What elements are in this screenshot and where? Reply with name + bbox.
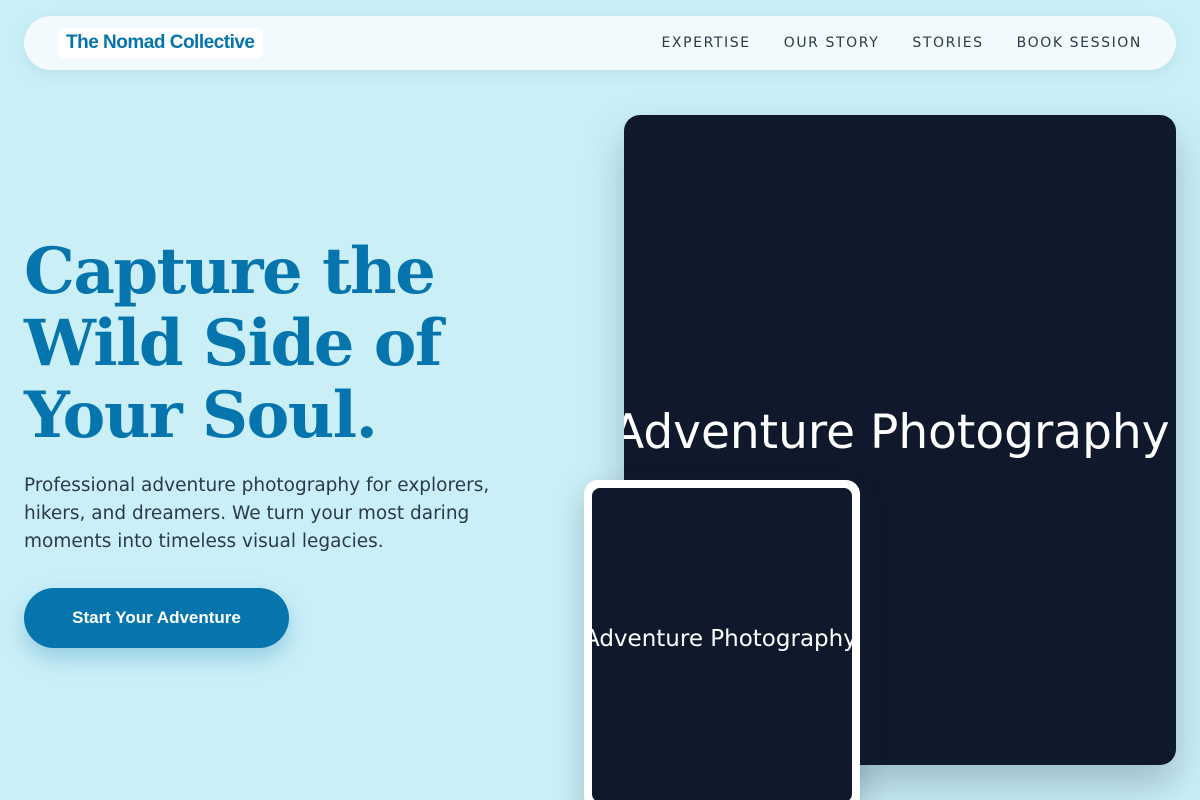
hero-title-line-2: Wild Side of: [24, 306, 442, 381]
main-nav: EXPERTISE OUR STORY STORIES BOOK SESSION: [661, 35, 1142, 51]
nav-link-our-story[interactable]: OUR STORY: [784, 35, 880, 51]
brand-logo[interactable]: The Nomad Collective: [58, 28, 263, 58]
hero-description: Professional adventure photography for e…: [24, 475, 490, 552]
top-navbar: The Nomad Collective EXPERTISE OUR STORY…: [24, 16, 1176, 70]
hero-title-line-1: Capture the: [24, 234, 436, 309]
hero-title-line-3: Your Soul.: [24, 378, 378, 453]
hero-image-small-frame: Adventure Photography: [584, 480, 860, 800]
hero-title: Capture the Wild Side of Your Soul.: [24, 236, 494, 452]
nav-link-stories[interactable]: STORIES: [912, 35, 983, 51]
start-adventure-button[interactable]: Start Your Adventure: [24, 588, 289, 648]
hero-image-small: Adventure Photography: [592, 488, 852, 800]
hero-image-large-alt-text: Adventure Photography: [624, 405, 1170, 460]
hero-image-small-alt-text: Adventure Photography: [592, 626, 852, 652]
nav-link-book-session[interactable]: BOOK SESSION: [1017, 35, 1142, 51]
nav-link-expertise[interactable]: EXPERTISE: [661, 35, 750, 51]
